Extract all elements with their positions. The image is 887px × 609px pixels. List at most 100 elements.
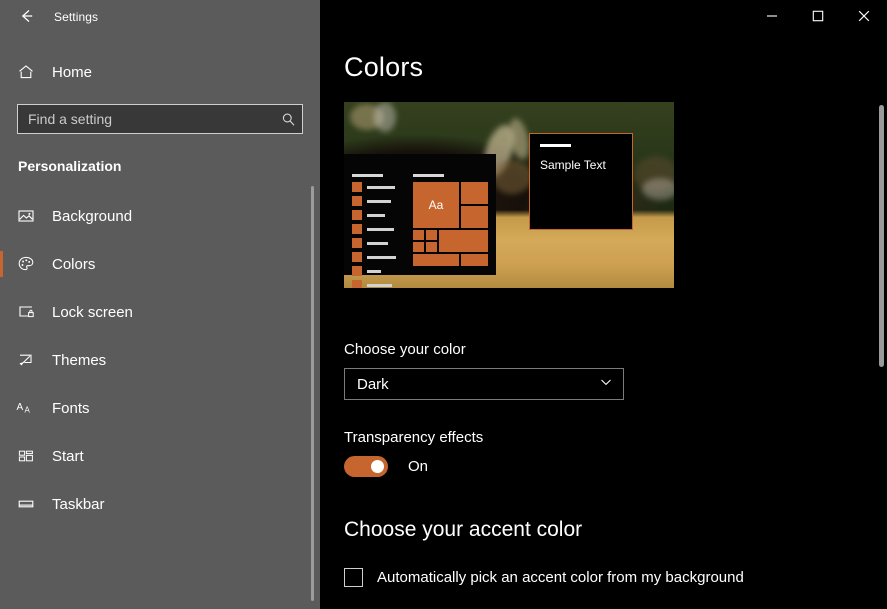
content-area: Colors Aa Sample Text Choose your color …	[320, 0, 887, 609]
preview-app-row	[352, 280, 400, 288]
page-title: Colors	[344, 52, 424, 82]
sidebar-item-label: Taskbar	[52, 495, 105, 513]
preview-tile	[426, 242, 437, 252]
sidebar-item-label: Themes	[52, 351, 107, 369]
preview-tiles-rule	[413, 174, 444, 177]
start-tiles-icon	[16, 447, 36, 465]
search-input[interactable]	[18, 111, 274, 127]
sidebar-item-label: Background	[52, 207, 133, 225]
svg-text:A: A	[25, 406, 31, 415]
auto-accent-label: Automatically pick an accent color from …	[377, 569, 744, 586]
preview-app-line	[367, 199, 391, 203]
maximize-button[interactable]	[795, 0, 841, 32]
taskbar-icon	[16, 495, 36, 513]
preview-start-menu: Aa	[344, 154, 496, 288]
sidebar-item-lock-screen[interactable]: Lock screen	[0, 288, 320, 336]
preview-app-square	[352, 238, 362, 248]
preview-app-line	[367, 227, 394, 231]
choose-color-value: Dark	[357, 375, 389, 393]
sidebar-item-label: Fonts	[52, 399, 90, 417]
choose-color-dropdown[interactable]: Dark	[344, 368, 624, 400]
preview-window-titlebar-rule	[540, 144, 571, 147]
preview-sample-text: Sample Text	[540, 158, 606, 172]
preview-app-square	[352, 224, 362, 234]
sidebar-item-themes[interactable]: Themes	[0, 336, 320, 384]
accent-color-heading: Choose your accent color	[344, 518, 583, 541]
svg-text:A: A	[17, 402, 24, 413]
transparency-toggle[interactable]	[344, 456, 388, 477]
preview-app-square	[352, 210, 362, 220]
brush-icon	[16, 351, 36, 369]
sidebar-item-colors[interactable]: Colors	[0, 240, 320, 288]
sidebar-item-start[interactable]: Start	[0, 432, 320, 480]
close-button[interactable]	[841, 0, 887, 32]
sidebar-scrollbar[interactable]	[311, 186, 314, 601]
preview-app-row	[352, 252, 400, 262]
home-icon	[16, 63, 36, 81]
sidebar-item-fonts[interactable]: A A Fonts	[0, 384, 320, 432]
sidebar-item-taskbar[interactable]: Taskbar	[0, 480, 320, 528]
preview-app-row	[352, 266, 400, 276]
preview-app-line	[367, 255, 396, 259]
preview-tile-text: Aa	[428, 198, 444, 212]
toggle-knob	[371, 460, 384, 473]
back-button[interactable]	[14, 3, 40, 29]
preview-tile	[426, 230, 437, 240]
preview-tile	[461, 254, 488, 266]
sidebar: Settings Home Personalization	[0, 0, 320, 609]
app-title: Settings	[54, 9, 99, 24]
fonts-icon: A A	[16, 399, 36, 417]
sidebar-item-home[interactable]: Home	[0, 54, 320, 90]
sidebar-item-background[interactable]: Background	[0, 192, 320, 240]
preview-app-row	[352, 238, 400, 248]
preview-app-row	[352, 224, 400, 234]
preview-app-line	[367, 269, 381, 273]
preview-app-row	[352, 196, 400, 206]
color-preview: Aa Sample Text	[344, 102, 674, 288]
sidebar-nav-list: Background Colors Lock screen Themes A A…	[0, 192, 320, 528]
preview-app-list	[352, 182, 400, 288]
preview-app-square	[352, 252, 362, 262]
image-icon	[16, 207, 36, 225]
preview-app-row	[352, 210, 400, 220]
preview-app-line	[367, 213, 385, 217]
lock-screen-icon	[16, 303, 36, 321]
preview-start-rule	[352, 174, 383, 177]
sidebar-item-label: Lock screen	[52, 303, 133, 321]
preview-tile	[461, 182, 488, 204]
preview-app-square	[352, 266, 362, 276]
preview-app-line	[367, 283, 392, 287]
preview-tile	[461, 206, 488, 228]
transparency-toggle-row: On	[344, 456, 428, 477]
preview-tile	[413, 254, 459, 266]
home-label: Home	[52, 63, 93, 81]
preview-tile	[413, 242, 424, 252]
preview-app-square	[352, 196, 362, 206]
transparency-state: On	[408, 458, 429, 475]
window-titlebar-left: Settings	[0, 0, 320, 32]
preview-sample-window: Sample Text	[529, 133, 633, 230]
preview-app-row	[352, 182, 400, 192]
preview-tile-large: Aa	[413, 182, 459, 228]
transparency-label: Transparency effects	[344, 429, 484, 446]
preview-tile	[413, 230, 424, 240]
preview-app-square	[352, 280, 362, 288]
minimize-button[interactable]	[749, 0, 795, 32]
window-controls	[749, 0, 887, 32]
auto-accent-checkbox-row[interactable]: Automatically pick an accent color from …	[344, 568, 744, 587]
sidebar-item-label: Start	[52, 447, 84, 465]
sidebar-category-label: Personalization	[18, 158, 122, 174]
settings-window: Settings Home Personalization	[0, 0, 887, 609]
search-icon[interactable]	[274, 105, 302, 133]
chevron-down-icon	[599, 375, 613, 394]
preview-app-square	[352, 182, 362, 192]
search-box[interactable]	[17, 104, 303, 134]
auto-accent-checkbox[interactable]	[344, 568, 363, 587]
preview-app-line	[367, 241, 388, 245]
preview-tile-grid: Aa	[413, 182, 489, 272]
palette-icon	[16, 255, 36, 273]
sidebar-item-label: Colors	[52, 255, 96, 273]
content-scrollbar[interactable]	[879, 105, 884, 367]
choose-color-label: Choose your color	[344, 341, 466, 358]
preview-app-line	[367, 185, 395, 189]
